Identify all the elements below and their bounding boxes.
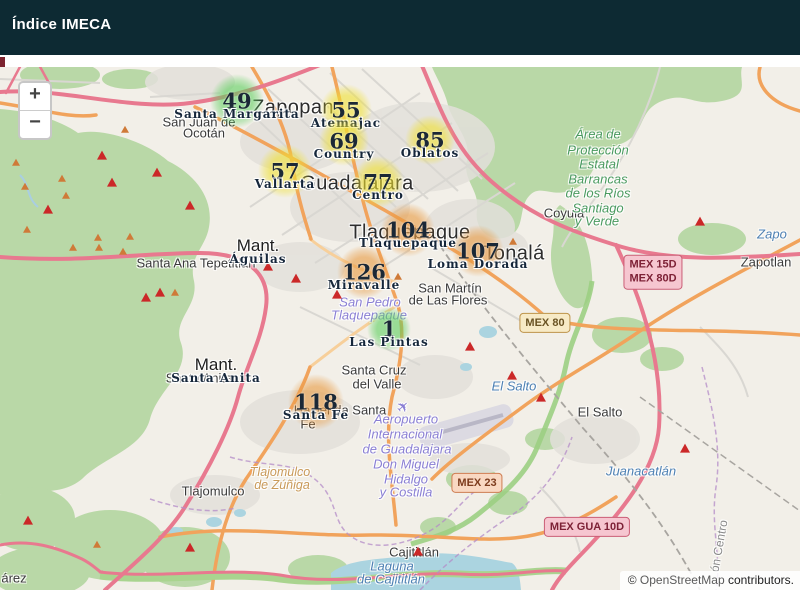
zoom-out-button[interactable]: − bbox=[20, 111, 50, 138]
imeca-dashboard: Índice IMECA bbox=[0, 0, 800, 604]
openstreetmap-link[interactable]: OpenStreetMap bbox=[640, 573, 725, 587]
station-name: Vallarta bbox=[255, 177, 316, 191]
station-name: Santa Fe bbox=[283, 408, 349, 422]
page-title: Índice IMECA bbox=[0, 0, 800, 50]
zoom-control: + − bbox=[18, 81, 52, 140]
station-name: Miravalle bbox=[328, 278, 400, 292]
attribution-suffix: contributors. bbox=[725, 573, 794, 587]
map-canvas[interactable]: ZapopanGuadalajaraTlaquepaqueTonaláSan J… bbox=[0, 67, 800, 590]
station-name: Loma Dorada bbox=[428, 257, 529, 271]
map-attribution: © OpenStreetMap contributors. bbox=[620, 571, 800, 590]
station-name: Águilas bbox=[229, 252, 286, 266]
station-name: Centro bbox=[352, 188, 404, 202]
zoom-in-button[interactable]: + bbox=[20, 83, 50, 111]
station-name: Oblatos bbox=[401, 146, 459, 160]
attribution-copyright: © bbox=[628, 573, 640, 587]
station-name: Santa Margarita bbox=[174, 107, 299, 121]
station-name: Las Pintas bbox=[349, 335, 429, 349]
app-header: Índice IMECA bbox=[0, 0, 800, 55]
station-name: Santa Anita bbox=[171, 371, 261, 385]
